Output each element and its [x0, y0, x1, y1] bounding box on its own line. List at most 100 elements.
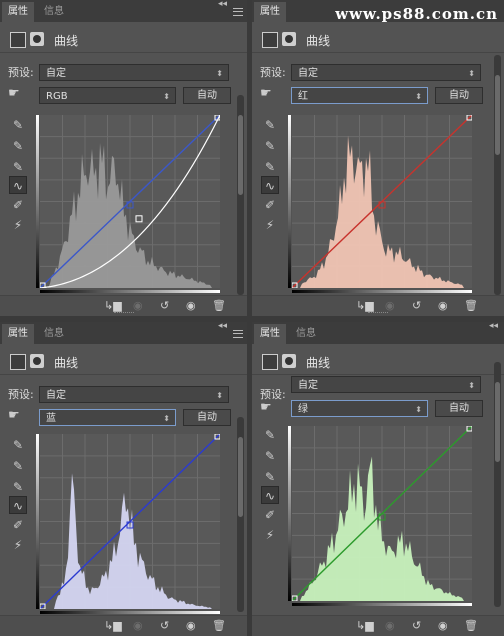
- pencil-icon[interactable]: ✐: [261, 196, 279, 214]
- channel-dropdown[interactable]: 蓝 ⬍: [39, 409, 176, 426]
- channel-dropdown[interactable]: 绿 ⬍: [291, 400, 428, 417]
- channel-dropdown[interactable]: 红 ⬍: [291, 87, 428, 104]
- mask-icon[interactable]: [282, 32, 296, 46]
- pencil-icon[interactable]: ✐: [9, 196, 27, 214]
- smooth-icon[interactable]: ⚡: [261, 526, 279, 544]
- reset-icon[interactable]: ↺: [160, 299, 169, 312]
- eyedropper-gray-icon[interactable]: ✎: [9, 457, 27, 475]
- curve-graph[interactable]: [40, 434, 220, 609]
- collapse-icon[interactable]: ◂◂: [218, 0, 227, 9]
- smooth-icon[interactable]: ⚡: [261, 216, 279, 234]
- scroll-thumb[interactable]: [495, 382, 500, 462]
- trash-icon[interactable]: 🗑: [464, 299, 478, 312]
- collapse-icon[interactable]: ◂◂: [489, 322, 498, 331]
- scroll-thumb[interactable]: [238, 437, 243, 517]
- pencil-icon[interactable]: ✐: [261, 506, 279, 524]
- curves-icon: [10, 354, 26, 370]
- pencil-icon[interactable]: ✐: [9, 516, 27, 534]
- trash-icon[interactable]: 🗑: [464, 619, 478, 632]
- curves-panel-red: 属性 www.ps88.com.cn 曲线 预设: 自定 ⬍ ☛ 红 ⬍ 自动 ✎ …: [252, 0, 504, 316]
- tab-properties[interactable]: 属性: [2, 324, 34, 344]
- eyedropper-gray-icon[interactable]: ✎: [261, 447, 279, 465]
- clip-icon[interactable]: ↳▆: [104, 299, 122, 312]
- scroll-thumb[interactable]: [495, 75, 500, 155]
- tab-properties[interactable]: 属性: [2, 2, 34, 22]
- scrollbar[interactable]: [237, 417, 244, 612]
- collapse-icon[interactable]: ◂◂: [218, 322, 227, 331]
- eyedropper-black-icon[interactable]: ✎: [261, 116, 279, 134]
- curve-graph[interactable]: [292, 426, 472, 601]
- scroll-thumb[interactable]: [238, 115, 243, 195]
- auto-button[interactable]: 自动: [435, 400, 483, 417]
- dropdown-arrow-icon: ⬍: [163, 92, 170, 101]
- view-previous-icon[interactable]: ◉: [385, 299, 395, 312]
- eyedropper-gray-icon[interactable]: ✎: [261, 137, 279, 155]
- curve-tool-icon[interactable]: ∿: [261, 486, 279, 504]
- eyedropper-white-icon[interactable]: ✎: [261, 468, 279, 486]
- eyedropper-black-icon[interactable]: ✎: [9, 116, 27, 134]
- mask-icon[interactable]: [282, 354, 296, 368]
- curve-tool-icon[interactable]: ∿: [9, 176, 27, 194]
- clip-icon[interactable]: ↳▆: [356, 299, 374, 312]
- tab-info[interactable]: 信息: [38, 2, 70, 22]
- visibility-icon[interactable]: ◉: [438, 619, 448, 632]
- resize-grip[interactable]: [113, 312, 134, 315]
- clip-icon[interactable]: ↳▆: [356, 619, 374, 632]
- tab-bar: 属性 信息 ◂◂: [252, 322, 504, 344]
- curve-point: [135, 215, 143, 223]
- auto-button[interactable]: 自动: [183, 87, 231, 104]
- tab-info[interactable]: 信息: [290, 324, 322, 344]
- scrollbar[interactable]: [494, 362, 501, 607]
- reset-icon[interactable]: ↺: [412, 299, 421, 312]
- visibility-icon[interactable]: ◉: [438, 299, 448, 312]
- preset-dropdown[interactable]: 自定 ⬍: [291, 64, 481, 81]
- clip-icon[interactable]: ↳▆: [104, 619, 122, 632]
- preset-dropdown[interactable]: 自定 ⬍: [39, 64, 229, 81]
- hand-icon[interactable]: ☛: [260, 400, 272, 415]
- hand-icon[interactable]: ☛: [260, 86, 272, 101]
- channel-value: 蓝: [46, 413, 56, 424]
- auto-button[interactable]: 自动: [183, 409, 231, 426]
- scrollbar[interactable]: [494, 55, 501, 295]
- reset-icon[interactable]: ↺: [160, 619, 169, 632]
- curve-graph[interactable]: [40, 115, 220, 288]
- tab-properties[interactable]: 属性: [254, 2, 286, 22]
- auto-button[interactable]: 自动: [435, 87, 483, 104]
- panel-menu-icon[interactable]: [233, 8, 243, 16]
- mask-icon[interactable]: [30, 32, 44, 46]
- trash-icon[interactable]: 🗑: [212, 299, 226, 312]
- scrollbar[interactable]: [237, 95, 244, 295]
- tab-properties[interactable]: 属性: [254, 324, 286, 344]
- tab-info[interactable]: 信息: [38, 324, 70, 344]
- dropdown-arrow-icon: ⬍: [468, 381, 475, 390]
- hand-icon[interactable]: ☛: [8, 86, 20, 101]
- curve-tool-icon[interactable]: ∿: [261, 176, 279, 194]
- curve-tool-icon[interactable]: ∿: [9, 496, 27, 514]
- channel-dropdown[interactable]: RGB ⬍: [39, 87, 176, 104]
- eyedropper-white-icon[interactable]: ✎: [9, 158, 27, 176]
- smooth-icon[interactable]: ⚡: [9, 216, 27, 234]
- eyedropper-black-icon[interactable]: ✎: [9, 436, 27, 454]
- view-previous-icon[interactable]: ◉: [385, 619, 395, 632]
- view-previous-icon[interactable]: ◉: [133, 619, 143, 632]
- panel-menu-icon[interactable]: [233, 330, 243, 338]
- visibility-icon[interactable]: ◉: [186, 299, 196, 312]
- panel-header: 曲线: [252, 28, 504, 53]
- input-gradient: [40, 290, 220, 293]
- resize-grip[interactable]: [368, 312, 388, 315]
- preset-dropdown[interactable]: 自定 ⬍: [39, 386, 229, 403]
- view-previous-icon[interactable]: ◉: [133, 299, 143, 312]
- visibility-icon[interactable]: ◉: [186, 619, 196, 632]
- input-gradient: [40, 611, 220, 614]
- eyedropper-white-icon[interactable]: ✎: [9, 478, 27, 496]
- smooth-icon[interactable]: ⚡: [9, 536, 27, 554]
- eyedropper-gray-icon[interactable]: ✎: [9, 137, 27, 155]
- curve-graph[interactable]: [292, 115, 472, 288]
- eyedropper-white-icon[interactable]: ✎: [261, 158, 279, 176]
- reset-icon[interactable]: ↺: [412, 619, 421, 632]
- mask-icon[interactable]: [30, 354, 44, 368]
- eyedropper-black-icon[interactable]: ✎: [261, 426, 279, 444]
- hand-icon[interactable]: ☛: [8, 408, 20, 423]
- trash-icon[interactable]: 🗑: [212, 619, 226, 632]
- preset-dropdown[interactable]: 自定 ⬍: [291, 376, 481, 393]
